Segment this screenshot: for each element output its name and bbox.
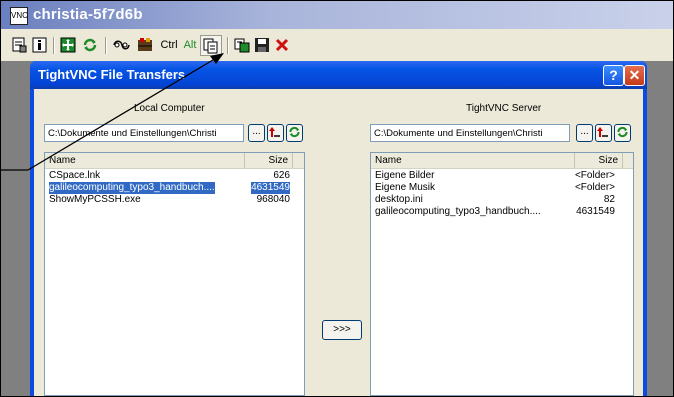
list-item[interactable]: Eigene Bilder <Folder> bbox=[371, 170, 633, 182]
fullscreen-icon[interactable] bbox=[59, 36, 77, 54]
remote-browse-button[interactable]: ... bbox=[576, 124, 593, 142]
file-size: 4631549 bbox=[576, 206, 615, 217]
toolbar-separator bbox=[105, 37, 107, 54]
file-transfer-icon[interactable] bbox=[233, 36, 251, 54]
dialog-title-bar[interactable]: TightVNC File Transfers ? ✕ bbox=[30, 61, 647, 89]
options-icon[interactable] bbox=[10, 36, 28, 54]
list-item[interactable]: galileocomputing_typo3_handbuch.... 4631… bbox=[45, 182, 304, 194]
file-size: 626 bbox=[273, 170, 290, 181]
file-size: 4631549 bbox=[251, 182, 290, 194]
disconnect-icon[interactable] bbox=[273, 36, 291, 54]
remote-up-folder-icon[interactable] bbox=[595, 124, 612, 142]
help-button[interactable]: ? bbox=[603, 65, 624, 86]
list-item[interactable]: CSpace.lnk 626 bbox=[45, 170, 304, 182]
remote-path-field[interactable]: C:\Dokumente und Einstellungen\Christi bbox=[370, 124, 570, 142]
toolbar-separator bbox=[53, 37, 55, 54]
remote-list-header: Name Size bbox=[371, 153, 633, 169]
upload-button[interactable]: >>> bbox=[322, 320, 362, 340]
dialog-client-area: Local Computer C:\Dokumente und Einstell… bbox=[34, 89, 643, 396]
remote-heading: TightVNC Server bbox=[466, 103, 542, 114]
copy-icon[interactable] bbox=[200, 35, 222, 56]
file-name: ShowMyPCSSH.exe bbox=[49, 194, 141, 205]
list-item[interactable]: desktop.ini 82 bbox=[371, 194, 633, 206]
remote-file-list[interactable]: Name Size Eigene Bilder <Folder> Eigene … bbox=[370, 152, 634, 396]
file-name: Eigene Musik bbox=[375, 182, 436, 193]
file-size: 968040 bbox=[256, 194, 290, 205]
list-item[interactable]: galileocomputing_typo3_handbuch.... 4631… bbox=[371, 206, 633, 218]
save-icon[interactable] bbox=[253, 36, 271, 54]
close-button[interactable]: ✕ bbox=[624, 65, 645, 86]
file-name: CSpace.lnk bbox=[49, 170, 101, 181]
local-browse-button[interactable]: ... bbox=[248, 124, 265, 142]
toolbar-separator bbox=[227, 37, 229, 54]
remote-col-name[interactable]: Name bbox=[371, 153, 575, 168]
file-size: <Folder> bbox=[574, 170, 615, 181]
local-up-folder-icon[interactable] bbox=[267, 124, 284, 142]
vnc-toolbar: Ctrl Alt bbox=[1, 29, 673, 61]
local-col-size[interactable]: Size bbox=[245, 153, 293, 168]
file-name: desktop.ini bbox=[375, 194, 423, 205]
file-name: galileocomputing_typo3_handbuch.... bbox=[375, 206, 541, 217]
file-size: 82 bbox=[603, 194, 615, 205]
file-size: <Folder> bbox=[574, 182, 615, 193]
local-file-list[interactable]: Name Size CSpace.lnk 626 galileocomputin… bbox=[44, 152, 305, 396]
list-item[interactable]: ShowMyPCSSH.exe 968040 bbox=[45, 194, 304, 206]
local-heading: Local Computer bbox=[134, 103, 205, 114]
alt-key-button[interactable]: Alt bbox=[182, 36, 198, 54]
list-item[interactable]: Eigene Musik <Folder> bbox=[371, 182, 633, 194]
dialog-title: TightVNC File Transfers bbox=[38, 67, 186, 82]
file-name: galileocomputing_typo3_handbuch.... bbox=[49, 182, 215, 194]
vnc-app-icon: VNC bbox=[10, 7, 28, 25]
ctrl-alt-del-icon[interactable] bbox=[135, 36, 155, 54]
local-path-field[interactable]: C:\Dokumente und Einstellungen\Christi bbox=[44, 124, 244, 142]
local-list-header: Name Size bbox=[45, 153, 304, 169]
window-title-bar[interactable]: VNC christia-5f7d6b bbox=[1, 1, 673, 29]
local-col-name[interactable]: Name bbox=[45, 153, 245, 168]
file-transfer-dialog: TightVNC File Transfers ? ✕ Local Comput… bbox=[30, 61, 647, 396]
ctrl-key-button[interactable]: Ctrl bbox=[159, 36, 179, 54]
refresh-icon[interactable] bbox=[81, 36, 99, 54]
local-refresh-icon[interactable] bbox=[286, 124, 303, 142]
file-name: Eigene Bilder bbox=[375, 170, 435, 181]
keyboard-icon[interactable] bbox=[111, 36, 131, 54]
info-icon[interactable] bbox=[31, 36, 49, 54]
remote-col-size[interactable]: Size bbox=[575, 153, 623, 168]
remote-refresh-icon[interactable] bbox=[614, 124, 631, 142]
window-title: christia-5f7d6b bbox=[33, 6, 143, 23]
